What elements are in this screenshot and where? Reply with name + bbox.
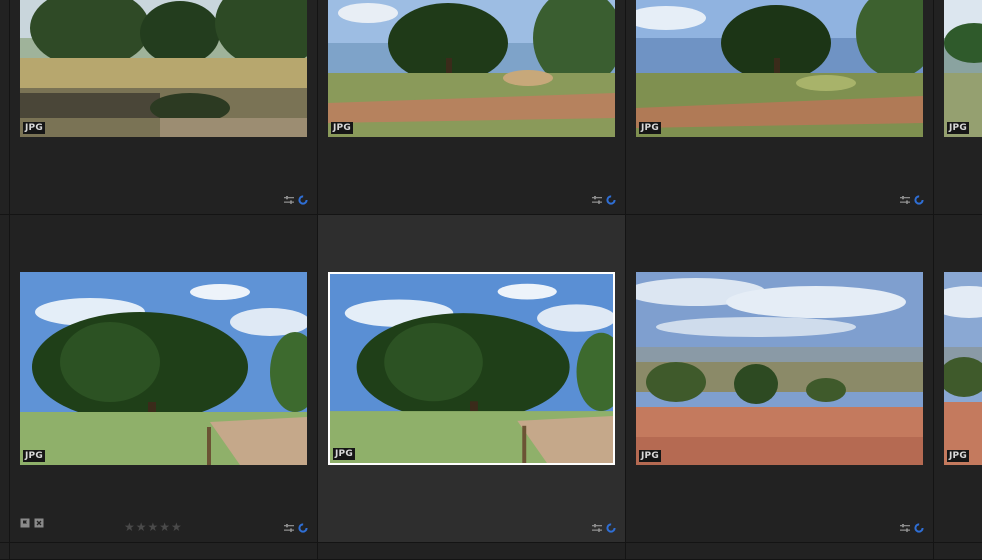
grid-edge xyxy=(0,543,10,560)
photo-thumbnail[interactable]: JPG xyxy=(636,0,923,137)
cell-status-icons xyxy=(284,523,308,533)
thumbnail-cell-6[interactable]: JPG xyxy=(318,215,626,543)
cell-status-icons xyxy=(592,523,616,533)
cell-status-icons xyxy=(592,195,616,205)
file-format-badge: JPG xyxy=(947,122,969,134)
thumbnail-cell-row3-3[interactable] xyxy=(626,543,934,560)
thumbnail-cell-row3-2[interactable] xyxy=(318,543,626,560)
adjustments-icon[interactable] xyxy=(284,196,294,204)
file-format-badge: JPG xyxy=(639,122,661,134)
star-rating[interactable]: ★★★★★ xyxy=(124,520,183,534)
grid-edge xyxy=(0,0,10,215)
adjustments-icon[interactable] xyxy=(592,524,602,532)
sync-spinner-icon xyxy=(606,523,616,533)
file-format-badge: JPG xyxy=(333,448,355,460)
flag-controls xyxy=(20,513,44,532)
cell-status-icons xyxy=(900,195,924,205)
photo-thumbnail[interactable]: JPG xyxy=(944,0,982,137)
sync-spinner-icon xyxy=(606,195,616,205)
thumbnail-cell-row3-1[interactable] xyxy=(10,543,318,560)
cell-status-icons xyxy=(900,523,924,533)
file-format-badge: JPG xyxy=(947,450,969,462)
file-format-badge: JPG xyxy=(639,450,661,462)
adjustments-icon[interactable] xyxy=(900,524,910,532)
thumbnail-grid: JPG JPG JPG JPG JPG ★★★★★ JPG JPG JPG xyxy=(0,0,982,560)
sync-spinner-icon xyxy=(298,195,308,205)
adjustments-icon[interactable] xyxy=(900,196,910,204)
adjustments-icon[interactable] xyxy=(284,524,294,532)
file-format-badge: JPG xyxy=(331,122,353,134)
thumbnail-cell-7[interactable]: JPG xyxy=(626,215,934,543)
thumbnail-cell-8[interactable]: JPG xyxy=(934,215,982,543)
photo-thumbnail[interactable]: JPG xyxy=(328,0,615,137)
sync-spinner-icon xyxy=(914,523,924,533)
photo-thumbnail-selected[interactable]: JPG xyxy=(328,272,615,465)
photo-thumbnail[interactable]: JPG xyxy=(20,0,307,137)
photo-thumbnail[interactable]: JPG xyxy=(944,272,982,465)
thumbnail-cell-5[interactable]: JPG ★★★★★ xyxy=(10,215,318,543)
pick-flag-icon[interactable] xyxy=(20,513,30,532)
grid-edge xyxy=(0,215,10,543)
thumbnail-cell-row3-4[interactable] xyxy=(934,543,982,560)
adjustments-icon[interactable] xyxy=(592,196,602,204)
file-format-badge: JPG xyxy=(23,122,45,134)
sync-spinner-icon xyxy=(914,195,924,205)
photo-thumbnail[interactable]: JPG xyxy=(636,272,923,465)
photo-thumbnail[interactable]: JPG xyxy=(20,272,307,465)
cell-status-icons xyxy=(284,195,308,205)
thumbnail-cell-2[interactable]: JPG xyxy=(318,0,626,215)
thumbnail-cell-3[interactable]: JPG xyxy=(626,0,934,215)
reject-flag-icon[interactable] xyxy=(34,513,44,532)
thumbnail-cell-4[interactable]: JPG xyxy=(934,0,982,215)
thumbnail-cell-1[interactable]: JPG xyxy=(10,0,318,215)
sync-spinner-icon xyxy=(298,523,308,533)
file-format-badge: JPG xyxy=(23,450,45,462)
